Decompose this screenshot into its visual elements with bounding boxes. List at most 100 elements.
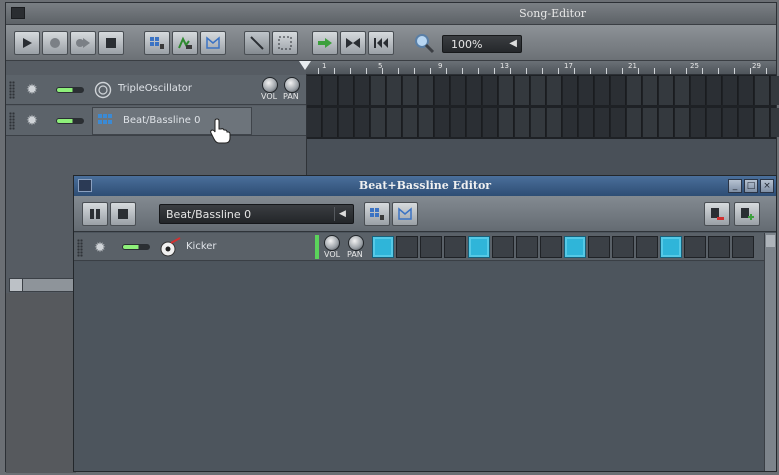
pattern-select[interactable]: Beat/Bassline 0 ◀ — [159, 204, 354, 224]
vertical-scrollbar[interactable] — [764, 233, 776, 471]
mute-toggle[interactable] — [56, 118, 84, 124]
song-editor-titlebar[interactable]: Song-Editor — [6, 3, 776, 25]
pattern-cell[interactable] — [419, 76, 434, 105]
draw-mode-button[interactable] — [244, 31, 270, 55]
mute-toggle[interactable] — [56, 87, 84, 93]
step-button[interactable] — [732, 236, 754, 258]
pan-knob[interactable] — [284, 77, 300, 93]
add-automation-track-button[interactable] — [392, 202, 418, 226]
drag-handle[interactable] — [9, 81, 15, 99]
scroll-left-button[interactable] — [9, 278, 23, 292]
pattern-cell[interactable] — [707, 76, 722, 105]
pattern-cell[interactable] — [515, 76, 530, 105]
pattern-cell[interactable] — [707, 108, 722, 137]
pause-button[interactable] — [82, 202, 108, 226]
pattern-cell[interactable] — [643, 76, 658, 105]
pattern-cell[interactable] — [371, 76, 386, 105]
drag-handle[interactable] — [9, 112, 15, 130]
add-sample-track-button[interactable] — [172, 31, 198, 55]
pattern-cell[interactable] — [611, 76, 626, 105]
gear-icon[interactable]: ✹ — [24, 82, 40, 98]
pattern-cell[interactable] — [387, 76, 402, 105]
pattern-cell[interactable] — [339, 108, 354, 137]
bb-editor-titlebar[interactable]: Beat+Bassline Editor _ □ × — [74, 176, 776, 196]
record-while-playing-button[interactable] — [70, 31, 96, 55]
pattern-cell[interactable] — [435, 108, 450, 137]
go-to-start-button[interactable] — [368, 31, 394, 55]
song-pattern-area[interactable] — [307, 75, 779, 139]
pattern-cell[interactable] — [611, 108, 626, 137]
pattern-cell[interactable] — [435, 76, 450, 105]
step-button[interactable] — [588, 236, 610, 258]
pattern-cell[interactable] — [547, 108, 562, 137]
pattern-cell[interactable] — [627, 108, 642, 137]
volume-knob[interactable] — [324, 235, 340, 251]
pattern-cell[interactable] — [323, 108, 338, 137]
pattern-cell[interactable] — [483, 108, 498, 137]
pattern-cell[interactable] — [723, 76, 738, 105]
add-automation-track-button[interactable] — [200, 31, 226, 55]
pattern-cell[interactable] — [451, 76, 466, 105]
track-name[interactable]: Kicker — [186, 241, 217, 252]
pattern-cell[interactable] — [483, 76, 498, 105]
pattern-cell[interactable] — [563, 76, 578, 105]
close-button[interactable]: × — [760, 179, 774, 193]
step-button[interactable] — [372, 236, 394, 258]
pattern-cell[interactable] — [531, 76, 546, 105]
pattern-cell[interactable] — [531, 108, 546, 137]
drag-handle[interactable] — [77, 239, 83, 257]
pattern-cell[interactable] — [387, 108, 402, 137]
add-beat-bassline-button[interactable] — [144, 31, 170, 55]
pattern-cell[interactable] — [419, 108, 434, 137]
pattern-cell[interactable] — [739, 108, 754, 137]
pattern-cell[interactable] — [307, 108, 322, 137]
pattern-cell[interactable] — [499, 76, 514, 105]
step-button[interactable] — [708, 236, 730, 258]
volume-knob[interactable] — [262, 77, 278, 93]
pattern-cell[interactable] — [547, 76, 562, 105]
pattern-cell[interactable] — [659, 76, 674, 105]
step-button[interactable] — [540, 236, 562, 258]
pattern-cell[interactable] — [659, 108, 674, 137]
step-button[interactable] — [660, 236, 682, 258]
pattern-cell[interactable] — [595, 108, 610, 137]
pattern-cell[interactable] — [691, 76, 706, 105]
pattern-cell[interactable] — [595, 76, 610, 105]
gear-icon[interactable]: ✹ — [92, 240, 108, 256]
add-beat-bassline-button[interactable] — [364, 202, 390, 226]
maximize-button[interactable]: □ — [744, 179, 758, 193]
pattern-cell[interactable] — [675, 76, 690, 105]
gear-icon[interactable]: ✹ — [24, 113, 40, 129]
step-button[interactable] — [636, 236, 658, 258]
pattern-cell[interactable] — [371, 108, 386, 137]
zoom-select[interactable]: 100% ◀ — [442, 35, 522, 53]
pattern-cell[interactable] — [643, 108, 658, 137]
timeline-ruler[interactable]: 1 5 9 13 17 21 25 29 — [306, 61, 776, 75]
step-button[interactable] — [444, 236, 466, 258]
record-button[interactable] — [42, 31, 68, 55]
step-button[interactable] — [516, 236, 538, 258]
remove-steps-button[interactable] — [704, 202, 730, 226]
pattern-cell[interactable] — [499, 108, 514, 137]
minimize-button[interactable]: _ — [728, 179, 742, 193]
pattern-cell[interactable] — [467, 108, 482, 137]
pattern-cell[interactable] — [755, 108, 770, 137]
stop-button[interactable] — [110, 202, 136, 226]
pattern-cell[interactable] — [771, 76, 779, 105]
scrollbar-thumb[interactable] — [766, 235, 775, 247]
pattern-cell[interactable] — [675, 108, 690, 137]
add-steps-button[interactable] — [734, 202, 760, 226]
pattern-cell[interactable] — [739, 76, 754, 105]
pattern-cell[interactable] — [339, 76, 354, 105]
pattern-cell[interactable] — [563, 108, 578, 137]
step-button[interactable] — [468, 236, 490, 258]
pattern-cell[interactable] — [515, 108, 530, 137]
pattern-cell[interactable] — [355, 76, 370, 105]
step-button[interactable] — [492, 236, 514, 258]
stop-button[interactable] — [98, 31, 124, 55]
loop-points-button[interactable] — [340, 31, 366, 55]
track-row-tripleoscillator[interactable]: ✹ TripleOscillator VOL PAN — [6, 75, 306, 105]
playhead-marker[interactable] — [299, 61, 311, 71]
pattern-cell[interactable] — [755, 76, 770, 105]
track-name[interactable]: TripleOscillator — [118, 83, 192, 94]
